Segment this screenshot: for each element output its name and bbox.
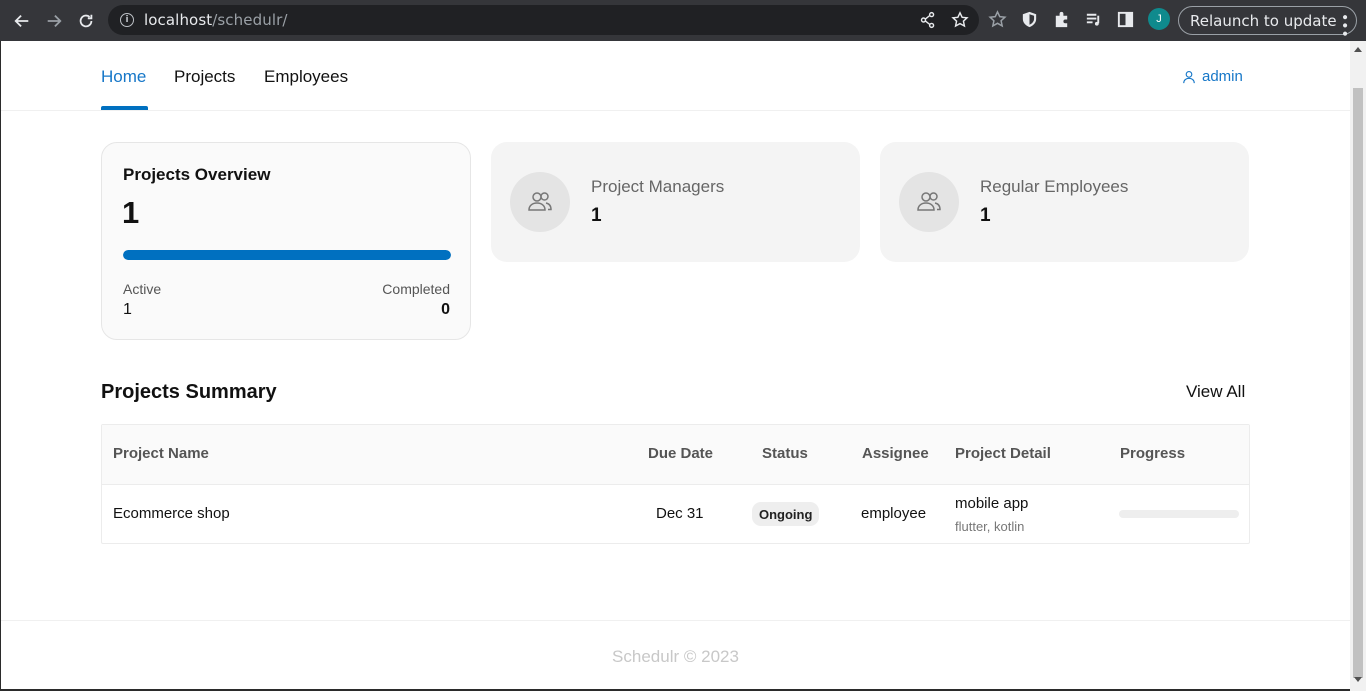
forward-arrow-icon: [47, 14, 62, 27]
back-arrow-icon: [14, 14, 29, 27]
users-icon: [510, 172, 570, 232]
project-name-cell: Ecommerce shop: [113, 505, 230, 522]
column-status[interactable]: Status: [762, 445, 808, 462]
share-icon[interactable]: [919, 11, 937, 29]
projects-summary-title: Projects Summary: [101, 381, 277, 403]
app-page: Home Projects Employees admin Projects O…: [1, 41, 1350, 689]
scroll-down-arrow-icon[interactable]: [1354, 677, 1362, 682]
side-panel-icon[interactable]: [1116, 10, 1135, 29]
back-button[interactable]: [9, 8, 35, 34]
shield-extension-icon[interactable]: [1020, 10, 1039, 29]
project-detail-cell: mobile app: [955, 495, 1029, 512]
regular-employees-card: Regular Employees 1: [880, 142, 1249, 262]
nav-projects[interactable]: Projects: [174, 67, 235, 87]
browser-toolbar: i localhost/schedulr/ J Relaunch to upda…: [0, 0, 1366, 41]
completed-label: Completed: [382, 281, 450, 297]
active-tab-indicator: [101, 106, 148, 110]
reload-icon: [79, 14, 93, 27]
top-navigation: Home Projects Employees admin: [1, 41, 1350, 111]
completed-value: 0: [441, 301, 450, 318]
site-info-icon[interactable]: i: [120, 13, 134, 27]
media-playlist-icon[interactable]: [1084, 10, 1103, 29]
overview-count: 1: [122, 195, 140, 230]
active-label: Active: [123, 281, 162, 297]
page-scrollbar[interactable]: [1350, 41, 1366, 691]
user-menu[interactable]: admin: [1182, 68, 1243, 85]
project-managers-card: Project Managers 1: [491, 142, 860, 262]
forward-button[interactable]: [41, 8, 67, 34]
url-text: localhost/schedulr/: [144, 11, 288, 29]
extensions-puzzle-icon[interactable]: [1052, 10, 1071, 29]
projects-overview-card: Projects Overview 1 Active 1 Completed 0: [101, 142, 471, 340]
nav-home[interactable]: Home: [101, 67, 146, 87]
column-project-detail[interactable]: Project Detail: [955, 445, 1051, 462]
project-detail-subtext: flutter, kotlin: [955, 519, 1025, 534]
nav-employees[interactable]: Employees: [264, 67, 348, 87]
projects-table: Project Name Due Date Status Assignee Pr…: [101, 424, 1250, 544]
reload-button[interactable]: [73, 8, 99, 34]
overview-title: Projects Overview: [123, 165, 271, 184]
user-name: admin: [1202, 68, 1243, 85]
user-icon: [1183, 70, 1195, 83]
regular-employees-value: 1: [980, 205, 991, 226]
overview-progress-fill: [123, 250, 451, 260]
column-due-date[interactable]: Due Date: [648, 445, 713, 462]
regular-employees-label: Regular Employees: [980, 177, 1129, 196]
overview-progress-bar: [123, 250, 451, 260]
table-header: Project Name Due Date Status Assignee Pr…: [102, 425, 1249, 485]
more-menu-icon[interactable]: •••: [1336, 13, 1352, 38]
status-badge: Ongoing: [752, 502, 820, 526]
scrollbar-thumb[interactable]: [1353, 88, 1363, 678]
column-project-name[interactable]: Project Name: [113, 445, 209, 462]
star-extension-icon[interactable]: [988, 9, 1007, 29]
column-progress[interactable]: Progress: [1120, 445, 1185, 462]
project-managers-value: 1: [591, 205, 602, 226]
project-managers-label: Project Managers: [591, 177, 725, 196]
view-all-link[interactable]: View All: [1186, 382, 1245, 402]
active-value: 1: [123, 301, 132, 318]
profile-avatar[interactable]: J: [1148, 8, 1170, 30]
page-footer: Schedulr © 2023: [1, 620, 1350, 689]
footer-copyright: Schedulr © 2023: [612, 647, 739, 666]
scroll-up-arrow-icon[interactable]: [1354, 47, 1362, 52]
column-assignee[interactable]: Assignee: [862, 445, 929, 462]
users-icon: [899, 172, 959, 232]
table-row[interactable]: Ecommerce shop Dec 31 Ongoing employee m…: [102, 485, 1249, 543]
assignee-cell: employee: [861, 505, 927, 522]
relaunch-button[interactable]: Relaunch to update •••: [1178, 6, 1357, 38]
due-date-cell: Dec 31: [656, 505, 704, 522]
address-bar[interactable]: i localhost/schedulr/: [108, 5, 979, 35]
row-progress-bar: [1119, 510, 1239, 518]
bookmark-star-icon[interactable]: [951, 11, 969, 29]
